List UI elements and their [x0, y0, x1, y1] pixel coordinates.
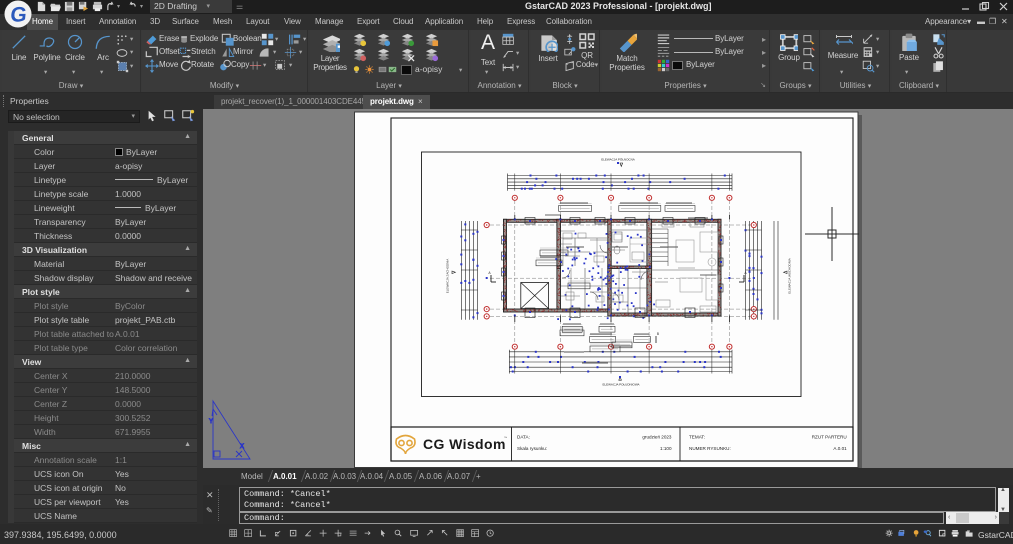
svg-text:ELEWACJA PÓŁNOCNA: ELEWACJA PÓŁNOCNA — [601, 157, 635, 162]
svg-text:DATA:: DATA: — [517, 435, 530, 440]
svg-text:ELEWACJA POŁUDNIOWA: ELEWACJA POŁUDNIOWA — [602, 383, 639, 387]
svg-text:NUMER RYSUNKU:: NUMER RYSUNKU: — [689, 446, 731, 451]
svg-text:grudzień 2023: grudzień 2023 — [642, 435, 672, 440]
svg-text:Y: Y — [209, 419, 213, 425]
svg-text:X: X — [240, 444, 244, 450]
svg-text:B: B — [657, 332, 659, 336]
svg-text:G: G — [9, 4, 28, 27]
svg-text:Skala rysunku:: Skala rysunku: — [517, 446, 547, 451]
svg-text:TEMAT:: TEMAT: — [689, 435, 705, 440]
svg-text:1:100: 1:100 — [660, 446, 672, 451]
svg-text:™: ™ — [504, 436, 507, 440]
svg-text:RZUT PARTERU: RZUT PARTERU — [812, 435, 847, 440]
svg-text:ELEWACJA ZACHODNIA: ELEWACJA ZACHODNIA — [446, 259, 450, 293]
svg-text:CG Wisdom: CG Wisdom — [423, 436, 506, 452]
svg-text:A.0.01: A.0.01 — [833, 446, 847, 451]
svg-text:ELEWACJA WSCHODNIA: ELEWACJA WSCHODNIA — [788, 258, 792, 293]
